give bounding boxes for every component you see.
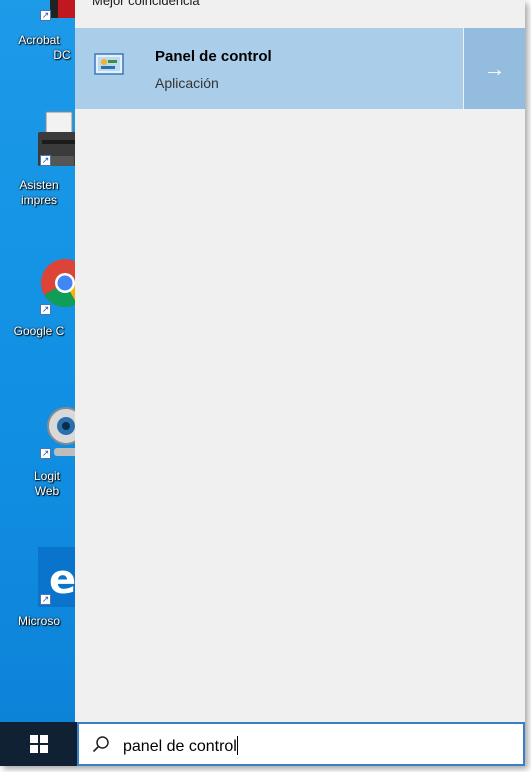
text-caret bbox=[236, 736, 238, 755]
desktop: ↗ Acrobat DC ↗ Asisten impres ↗ Google C… bbox=[0, 0, 80, 722]
taskbar: panel de control bbox=[0, 722, 525, 766]
best-match-result[interactable]: Panel de control Aplicación bbox=[75, 28, 463, 109]
desktop-icon-asistente[interactable]: ↗ Asisten impres bbox=[0, 110, 80, 220]
desktop-icon-label: Google C bbox=[13, 324, 65, 338]
desktop-icon-label: Logit bbox=[33, 469, 61, 483]
desktop-icon-label: Microso bbox=[17, 614, 60, 628]
open-arrow-button[interactable]: → bbox=[464, 28, 525, 109]
desktop-icon-google-chrome[interactable]: ↗ Google C bbox=[0, 258, 80, 348]
screenshot-frame: ↗ Acrobat DC ↗ Asisten impres ↗ Google C… bbox=[0, 0, 525, 766]
desktop-icon-label: impres bbox=[20, 193, 57, 207]
chrome-icon bbox=[41, 259, 80, 308]
desktop-icon-acrobat[interactable]: ↗ Acrobat DC bbox=[0, 0, 80, 70]
shortcut-arrow-icon: ↗ bbox=[40, 304, 51, 315]
shortcut-arrow-icon: ↗ bbox=[40, 10, 51, 21]
svg-text:e: e bbox=[49, 557, 76, 603]
desktop-icon-microsoft-edge[interactable]: e ↗ Microso bbox=[0, 547, 80, 637]
shortcut-arrow-icon: ↗ bbox=[40, 594, 51, 605]
search-query-text: panel de control bbox=[123, 736, 238, 756]
desktop-icon-label: Asisten bbox=[19, 178, 59, 192]
search-input[interactable]: panel de control bbox=[77, 722, 525, 766]
control-panel-icon bbox=[94, 53, 124, 75]
result-subtitle: Aplicación bbox=[155, 75, 219, 91]
result-title: Panel de control bbox=[155, 48, 272, 65]
desktop-icon-label: Web bbox=[34, 484, 60, 498]
search-query: panel de control bbox=[123, 738, 237, 755]
start-button[interactable] bbox=[0, 722, 78, 766]
desktop-icon-label: Acrobat bbox=[18, 33, 60, 47]
desktop-icon-logitech[interactable]: ↗ Logit Web bbox=[0, 400, 80, 512]
desktop-icon-label: DC bbox=[53, 48, 71, 62]
shortcut-arrow-icon: ↗ bbox=[40, 155, 51, 166]
windows-logo-icon bbox=[30, 735, 48, 753]
shortcut-arrow-icon: ↗ bbox=[40, 448, 51, 459]
section-header: Mejor coincidencia bbox=[92, 0, 200, 8]
search-icon bbox=[92, 736, 109, 753]
search-results-panel: Mejor coincidencia Panel de control Apli… bbox=[75, 0, 525, 722]
